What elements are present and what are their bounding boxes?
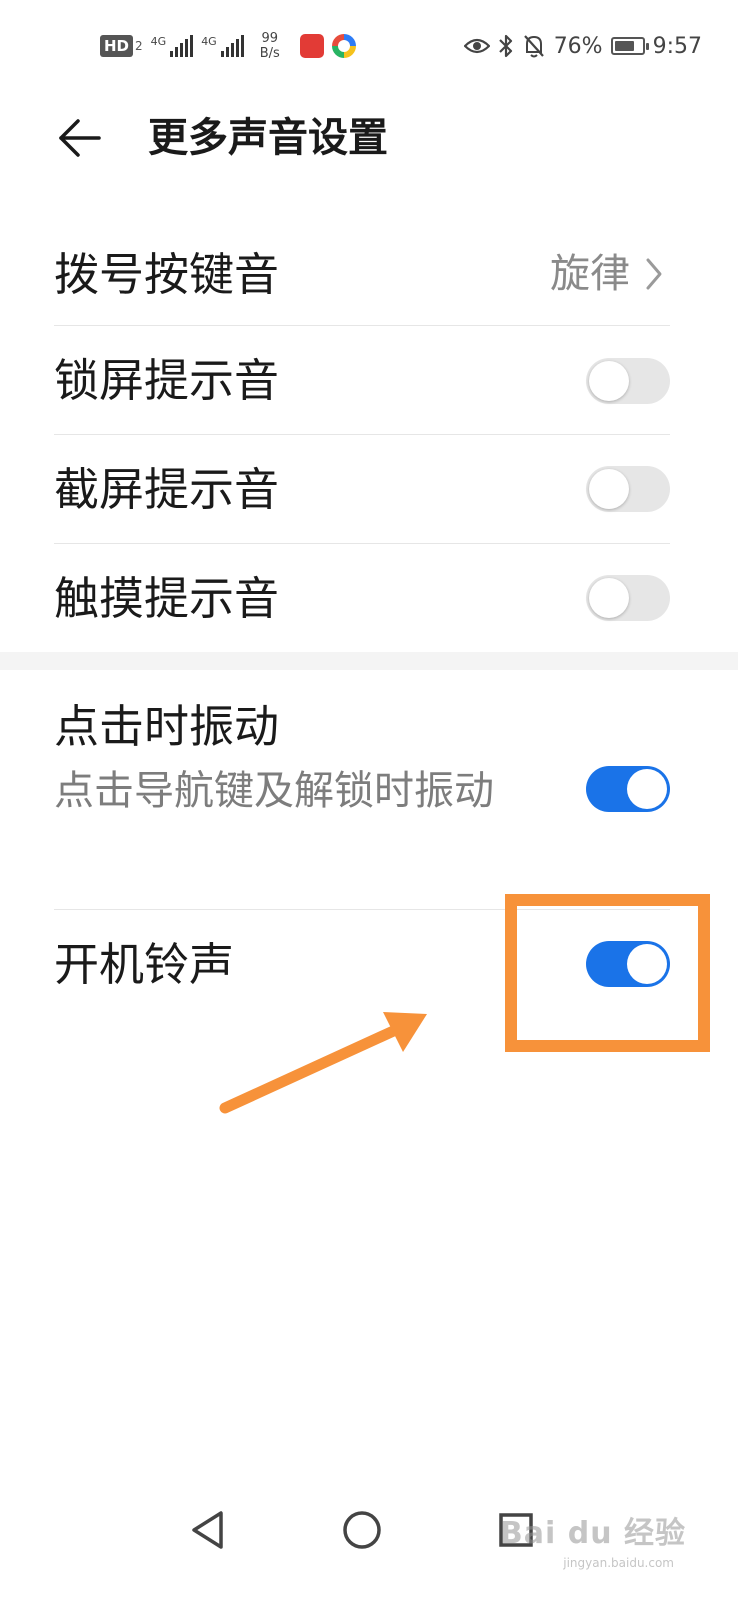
chevron-right-icon (646, 258, 662, 290)
toggle-knob (627, 769, 667, 809)
watermark-url: jingyan.baidu.com (563, 1556, 674, 1570)
annotation-highlight-box (505, 894, 710, 1052)
network-speed: 99 B/s (260, 31, 280, 61)
tap-vibration-toggle[interactable] (586, 766, 670, 812)
toggle-knob (589, 578, 629, 618)
battery-fill (614, 41, 635, 51)
speed-value: 99 (261, 31, 279, 46)
eye-icon (463, 38, 490, 54)
back-button[interactable] (50, 108, 110, 168)
status-right: 76% 9:57 (463, 28, 702, 64)
battery-percent: 76% (553, 33, 603, 59)
setting-row-dial-tone[interactable]: 拨号按键音 旋律 (54, 240, 670, 326)
speed-unit: B/s (259, 46, 280, 61)
status-bar: HD 2 4G 4G 99 B/s 76% 9:57 (0, 0, 738, 90)
touch-sound-label: 触摸提示音 (54, 572, 280, 625)
mute-bell-icon (523, 35, 544, 58)
nav-home-button[interactable] (334, 1502, 390, 1558)
setting-row-screenshot-sound[interactable]: 截屏提示音 (54, 459, 670, 521)
screenshot-sound-toggle[interactable] (586, 466, 670, 512)
lock-sound-label: 锁屏提示音 (54, 354, 280, 407)
setting-row-tap-vibration[interactable]: 点击时振动 点击导航键及解锁时振动 (54, 696, 670, 896)
network-type-2: 4G (201, 35, 217, 48)
circle-home-icon (343, 1511, 381, 1549)
setting-row-lock-sound[interactable]: 锁屏提示音 (54, 350, 670, 412)
bluetooth-icon (498, 34, 512, 58)
nav-back-button[interactable] (180, 1502, 236, 1558)
browser-notification-icon (331, 34, 356, 58)
status-left: HD 2 4G 4G 99 B/s (100, 28, 356, 64)
signal-icon-2: 4G (201, 35, 244, 57)
signal-icon-1: 4G (151, 35, 194, 57)
clock: 9:57 (652, 33, 702, 59)
divider (54, 325, 670, 326)
touch-sound-toggle[interactable] (586, 575, 670, 621)
divider (54, 434, 670, 435)
annotation-arrow-icon (219, 1012, 427, 1114)
dial-tone-label: 拨号按键音 (54, 248, 280, 301)
tap-vibration-description: 点击导航键及解锁时振动 (54, 768, 494, 814)
setting-row-touch-sound[interactable]: 触摸提示音 (54, 568, 670, 630)
page-title: 更多声音设置 (148, 115, 388, 161)
screenshot-sound-label: 截屏提示音 (54, 463, 280, 516)
lock-sound-toggle[interactable] (586, 358, 670, 404)
watermark-logo: Bai du 经验 (499, 1516, 686, 1551)
app-notification-icon (299, 34, 324, 58)
triangle-back-icon (192, 1511, 223, 1549)
toggle-knob (589, 469, 629, 509)
tap-vibration-label: 点击时振动 (54, 700, 280, 753)
boot-ringtone-label: 开机铃声 (54, 938, 235, 991)
hd-icon: HD (100, 35, 134, 57)
battery-icon (610, 37, 649, 55)
toggle-knob (589, 361, 629, 401)
dial-tone-value: 旋律 (550, 251, 630, 297)
network-type-1: 4G (150, 35, 167, 48)
back-arrow-icon (59, 119, 101, 157)
divider (54, 543, 670, 544)
sim-number: 2 (135, 39, 143, 53)
section-separator (0, 652, 738, 670)
